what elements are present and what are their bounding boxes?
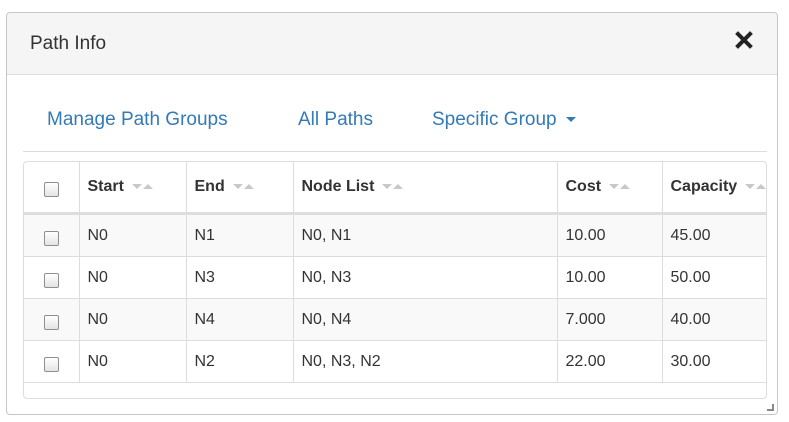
cell-node-list: N0, N1	[293, 213, 558, 257]
path-tabs: Manage Path Groups All Paths Specific Gr…	[23, 101, 767, 152]
row-select-cell	[24, 340, 80, 383]
cell-capacity: 50.00	[662, 256, 766, 299]
column-header-cost[interactable]: Cost	[557, 162, 663, 215]
path-info-dialog: Path Info Manage Path Groups All Paths S…	[6, 12, 778, 415]
cell-capacity: 40.00	[662, 298, 766, 341]
row-select-cell	[24, 213, 80, 257]
cell-cost: 7.000	[557, 298, 663, 341]
table-row[interactable]: N0 N3 N0, N3 10.00 50.00	[24, 256, 766, 299]
dialog-title: Path Info	[30, 33, 107, 54]
tab-manage-path-groups[interactable]: Manage Path Groups	[47, 109, 228, 131]
cell-node-list: N0, N4	[293, 298, 558, 341]
column-header-label: Node List	[301, 178, 375, 195]
cell-end: N4	[186, 298, 294, 341]
sort-icon	[232, 183, 257, 191]
cell-end: N2	[186, 340, 294, 383]
column-header-end[interactable]: End	[186, 162, 294, 215]
cell-cost: 10.00	[557, 256, 663, 299]
tab-all-paths[interactable]: All Paths	[298, 109, 373, 131]
table-row[interactable]: N0 N2 N0, N3, N2 22.00 30.00	[24, 340, 766, 383]
sort-icon	[382, 183, 406, 191]
cell-cost: 10.00	[557, 213, 663, 257]
cell-cost: 22.00	[557, 340, 663, 383]
row-select-cell	[24, 256, 80, 299]
column-header-start[interactable]: Start	[79, 162, 187, 215]
row-checkbox[interactable]	[43, 357, 59, 372]
table-header-row: Start End Node List Cost Capacity	[24, 162, 766, 215]
cell-capacity: 45.00	[662, 213, 766, 257]
cell-start: N0	[79, 256, 187, 299]
row-checkbox[interactable]	[43, 315, 59, 330]
cell-start: N0	[79, 213, 187, 257]
cell-start: N0	[79, 298, 187, 341]
table-row[interactable]: N0 N4 N0, N4 7.000 40.00	[24, 298, 766, 341]
sort-icon	[131, 183, 156, 191]
paths-table: Start End Node List Cost Capacity N0 N1 …	[24, 162, 766, 383]
column-header-capacity[interactable]: Capacity	[662, 162, 766, 215]
row-select-cell	[24, 298, 80, 341]
close-icon[interactable]	[733, 27, 755, 53]
table-row[interactable]: N0 N1 N0, N1 10.00 45.00	[24, 213, 766, 257]
resize-handle-icon[interactable]	[767, 404, 774, 411]
sort-icon	[745, 183, 766, 191]
column-header-label: Capacity	[670, 178, 738, 195]
dialog-header: Path Info	[7, 13, 777, 75]
caret-down-icon	[565, 117, 576, 123]
row-checkbox[interactable]	[43, 231, 59, 246]
column-header-label: End	[194, 178, 225, 195]
cell-start: N0	[79, 340, 187, 383]
row-checkbox[interactable]	[43, 273, 59, 288]
tab-specific-group[interactable]: Specific Group	[432, 109, 576, 131]
column-header-node-list[interactable]: Node List	[293, 162, 558, 215]
cell-node-list: N0, N3	[293, 256, 558, 299]
cell-node-list: N0, N3, N2	[293, 340, 558, 383]
cell-end: N1	[186, 213, 294, 257]
column-header-label: Start	[87, 178, 124, 195]
cell-capacity: 30.00	[662, 340, 766, 383]
sort-icon	[609, 183, 633, 191]
paths-table-container: Start End Node List Cost Capacity N0 N1 …	[23, 161, 767, 399]
column-header-label: Cost	[565, 178, 602, 195]
select-all-checkbox[interactable]	[43, 181, 59, 197]
tab-specific-group-label: Specific Group	[432, 109, 557, 130]
select-all-cell	[24, 162, 80, 215]
cell-end: N3	[186, 256, 294, 299]
